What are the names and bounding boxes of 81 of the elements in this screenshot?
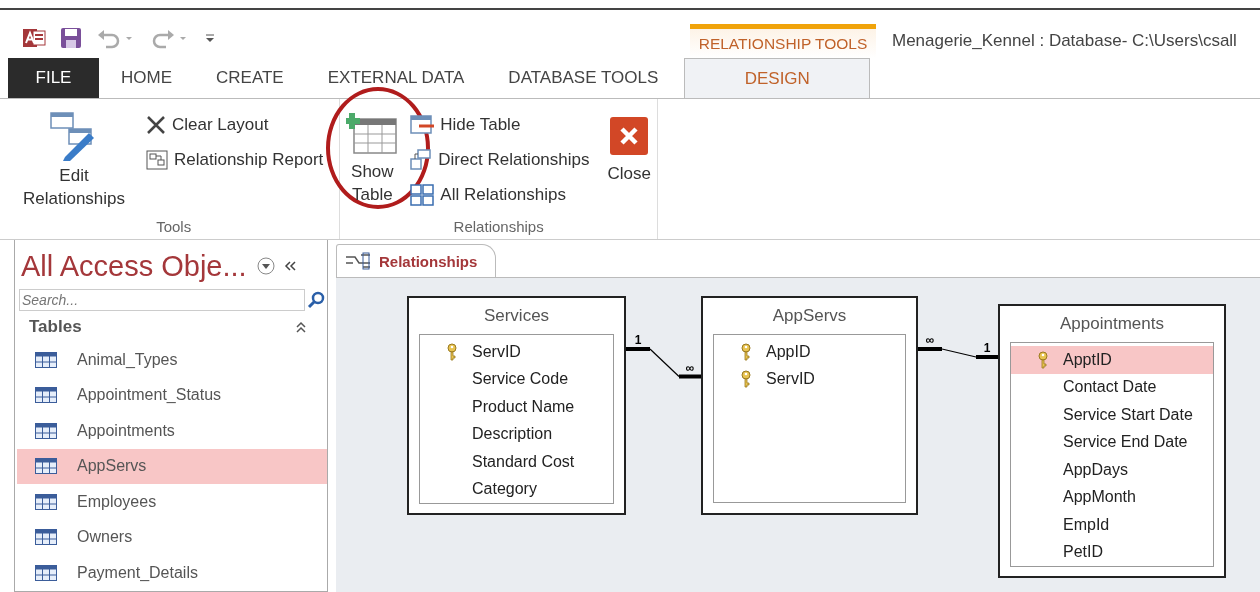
group-label: Tools: [155, 218, 193, 237]
search-icon[interactable]: [307, 291, 325, 309]
table-icon: [35, 493, 57, 510]
hide-table-icon: [410, 114, 435, 135]
table-icon: [35, 458, 57, 475]
ribbon-tab[interactable]: HOME: [99, 58, 194, 98]
table-icon: [35, 564, 57, 581]
pane-title: All Access Obje...: [21, 249, 247, 283]
table-icon: [35, 422, 57, 439]
table-box[interactable]: Appointments ApptID Contact Date Service Start Date Service End Date AppDays AppMonth EmpId PetID: [998, 304, 1226, 578]
table-name: AppServs: [771, 305, 848, 327]
field-row[interactable]: Service Code: [420, 365, 613, 393]
cardinality-label: 1: [634, 333, 642, 347]
cardinality-label: ∞: [685, 360, 695, 375]
ribbon-button[interactable]: Hide Table: [408, 109, 523, 140]
dropdown-icon[interactable]: [256, 257, 275, 275]
cardinality-label: 1: [983, 341, 991, 355]
field-row[interactable]: Service End Date: [1011, 428, 1213, 456]
field-row[interactable]: Category: [420, 475, 613, 503]
relationships-icon: [345, 251, 371, 271]
key-icon: [740, 342, 752, 361]
collapse-section-icon[interactable]: [295, 321, 307, 333]
field-row[interactable]: Description: [420, 420, 613, 448]
nav-item[interactable]: Owners: [17, 519, 327, 555]
field-row[interactable]: AppDays: [1011, 456, 1213, 484]
nav-item[interactable]: Appointment_Status: [17, 377, 327, 413]
ribbon-tab[interactable]: FILE: [8, 58, 99, 98]
ribbon-tab[interactable]: EXTERNAL DATA: [305, 58, 487, 98]
all-relationships-icon: [410, 183, 435, 206]
save-icon[interactable]: [60, 27, 82, 49]
ribbon-button[interactable]: Edit Relationships: [12, 107, 136, 215]
cardinality-label: ∞: [925, 333, 935, 347]
nav-item[interactable]: Appointments: [17, 413, 327, 449]
relationship-line[interactable]: [626, 347, 701, 379]
customize-icon[interactable]: [204, 31, 216, 45]
ribbon-tab[interactable]: DATABASE TOOLS: [486, 58, 681, 98]
ribbon-button[interactable]: Relationship Report: [144, 144, 326, 175]
key-icon: [446, 342, 458, 361]
field-row[interactable]: ServID: [420, 338, 613, 366]
show-table-icon: [346, 111, 399, 157]
field-row[interactable]: ApptID: [1011, 346, 1213, 374]
document-tab[interactable]: Relationships: [336, 244, 497, 277]
table-icon: [35, 387, 57, 404]
table-icon: [35, 529, 57, 546]
nav-item[interactable]: Payment_Details: [17, 555, 327, 591]
table-box[interactable]: AppServs AppID ServID: [701, 296, 918, 515]
ribbon-button[interactable]: All Relationships: [408, 179, 568, 210]
field-row[interactable]: AppMonth: [1011, 483, 1213, 511]
report-icon: [146, 149, 168, 170]
nav-item[interactable]: Employees: [17, 484, 327, 520]
section-header[interactable]: Tables: [29, 317, 82, 337]
ribbon-button[interactable]: Clear Layout: [144, 109, 271, 140]
ribbon-tab[interactable]: CREATE: [194, 58, 306, 98]
ribbon-button[interactable]: Direct Relationships: [408, 144, 592, 175]
table-name: Appointments: [1059, 313, 1165, 335]
nav-item[interactable]: Animal_Types: [17, 342, 327, 378]
ribbon-tab[interactable]: DESIGN: [684, 58, 871, 98]
field-row[interactable]: ServID: [714, 365, 905, 393]
search-field[interactable]: Search...: [19, 289, 305, 311]
window-title: Menagerie_Kennel : Database- C:\Users\csall: [891, 30, 1237, 52]
group-label: Relationships: [452, 218, 545, 237]
field-row[interactable]: Service Start Date: [1011, 401, 1213, 429]
close-button[interactable]: Close: [605, 107, 653, 190]
key-icon: [1037, 350, 1049, 369]
field-row[interactable]: PetID: [1011, 538, 1213, 566]
ribbon-button[interactable]: Show Table: [344, 107, 401, 211]
close-icon: [610, 117, 649, 155]
field-row[interactable]: Product Name: [420, 393, 613, 421]
table-icon: [35, 351, 57, 368]
direct-relationships-icon: [410, 148, 433, 171]
field-row[interactable]: EmpId: [1011, 511, 1213, 539]
field-row[interactable]: Standard Cost: [420, 448, 613, 476]
field-row[interactable]: Contact Date: [1011, 373, 1213, 401]
nav-item[interactable]: AppServs: [17, 448, 327, 484]
access-logo-icon: [22, 26, 46, 50]
collapse-icon[interactable]: [282, 259, 297, 273]
table-box[interactable]: Services ServID Service Code Product Name Description Standard Cost Category: [407, 296, 626, 515]
field-row[interactable]: AppID: [714, 338, 905, 366]
table-name: Services: [482, 305, 551, 327]
key-icon: [740, 370, 752, 389]
x-icon: [146, 114, 166, 135]
